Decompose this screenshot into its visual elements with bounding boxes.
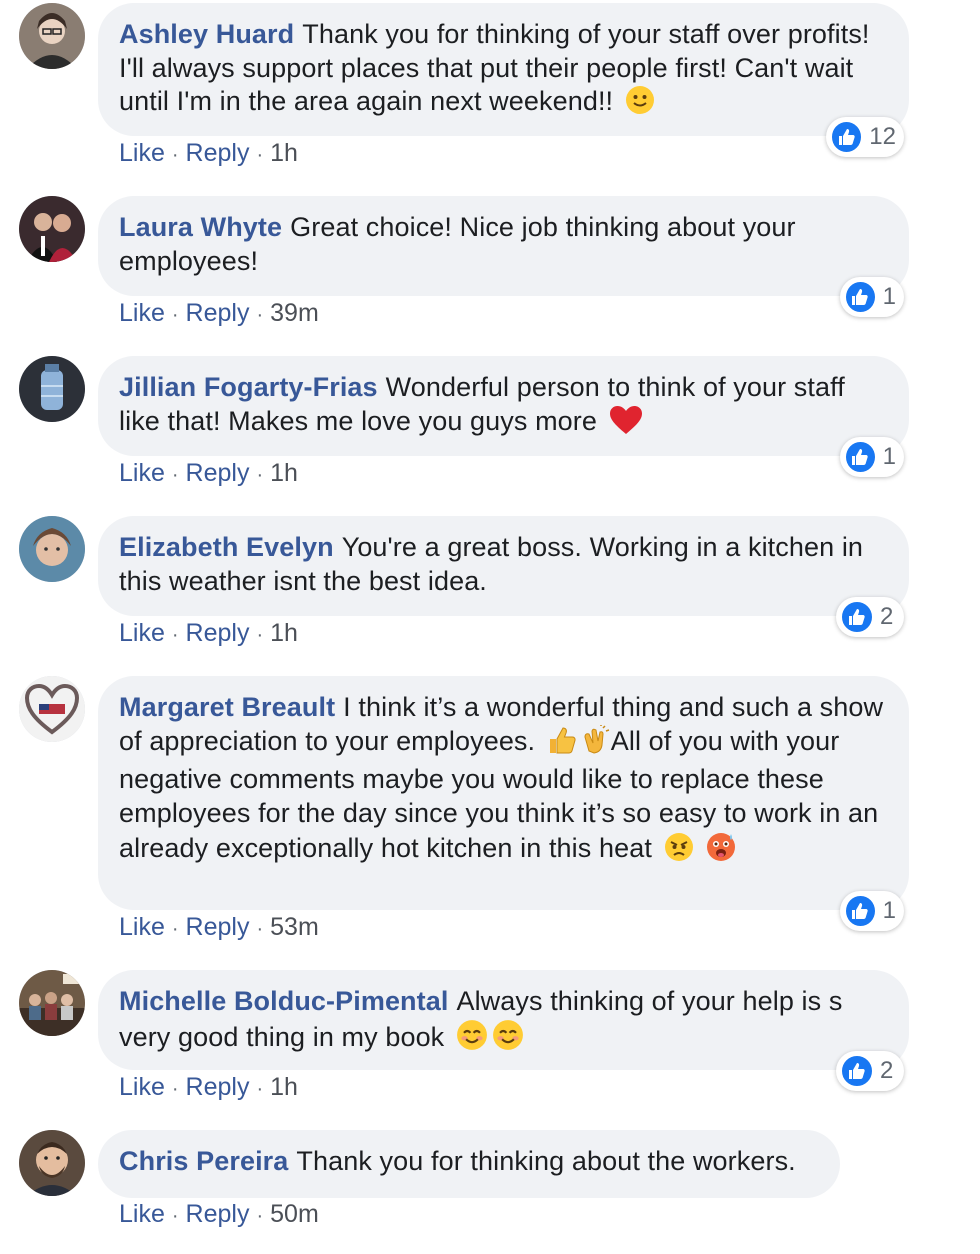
separator-dot: · [256,144,264,166]
smiling-face-icon [492,1019,524,1060]
avatar[interactable] [19,970,85,1036]
like-link[interactable]: Like [119,619,165,647]
reply-link[interactable]: Reply [186,459,250,487]
reaction-count-badge[interactable]: 12 [826,117,904,157]
comment-actions: Like · Reply · 50m [119,1200,319,1229]
like-link[interactable]: Like [119,1073,165,1101]
comment-author-link[interactable]: Chris Pereira [119,1146,288,1176]
separator-dot: · [171,918,179,940]
reply-link[interactable]: Reply [186,619,250,647]
reaction-count: 12 [869,123,896,150]
avatar[interactable] [19,516,85,582]
reaction-count: 1 [882,897,896,924]
comment-bubble: Michelle Bolduc-Pimental Always thinking … [98,970,909,1070]
comment-timestamp[interactable]: 53m [270,913,319,941]
separator-dot: · [256,1078,264,1100]
separator-dot: · [171,624,179,646]
separator-dot: · [256,464,264,486]
avatar[interactable] [19,3,85,69]
comment-timestamp[interactable]: 1h [270,619,298,647]
like-link[interactable]: Like [119,459,165,487]
comment-author-link[interactable]: Laura Whyte [119,212,282,242]
separator-dot: · [171,464,179,486]
red-heart-icon [609,405,643,444]
comment-actions: Like · Reply · 1h [119,459,298,488]
reaction-count-badge[interactable]: 2 [836,1051,904,1091]
thumbs-up-icon [844,440,877,474]
reaction-count-badge[interactable]: 1 [840,891,904,931]
comment-bubble: Jillian Fogarty-Frias Wonderful person to… [98,356,909,456]
separator-dot: · [171,1205,179,1227]
comment-timestamp[interactable]: 1h [270,459,298,487]
slightly-smiling-face-icon [625,85,655,124]
comment-bubble: Chris Pereira Thank you for thinking abou… [98,1130,840,1198]
smiling-face-icon [456,1019,488,1060]
comment-actions: Like · Reply · 39m [119,299,319,328]
reaction-count-badge[interactable]: 1 [840,277,904,317]
avatar[interactable] [19,356,85,422]
comment-actions: Like · Reply · 1h [119,139,298,168]
comment-author-link[interactable]: Michelle Bolduc-Pimental [119,986,448,1016]
comment-actions: Like · Reply · 1h [119,619,298,648]
comment-text: Thank you for thinking about the workers… [296,1146,796,1176]
comment-bubble: Ashley Huard Thank you for thinking of yo… [98,3,909,136]
comment-author-link[interactable]: Elizabeth Evelyn [119,532,334,562]
separator-dot: · [256,1205,264,1227]
comment-actions: Like · Reply · 53m [119,913,319,942]
like-link[interactable]: Like [119,913,165,941]
separator-dot: · [171,304,179,326]
separator-dot: · [256,304,264,326]
avatar[interactable] [19,196,85,262]
reaction-count-badge[interactable]: 1 [840,437,904,477]
angry-face-icon [664,832,694,871]
clapping-hands-icon [581,724,611,764]
avatar[interactable] [19,1130,85,1196]
comment-author-link[interactable]: Jillian Fogarty-Frias [119,372,378,402]
reaction-count: 1 [882,443,896,470]
like-link[interactable]: Like [119,139,165,167]
hot-face-icon [705,830,737,871]
reaction-count: 1 [882,283,896,310]
reply-link[interactable]: Reply [186,299,250,327]
separator-dot: · [256,624,264,646]
like-link[interactable]: Like [119,1200,165,1228]
comment-bubble: Margaret Breault I think it’s a wonderful… [98,676,909,910]
comment-author-link[interactable]: Ashley Huard [119,19,294,49]
separator-dot: · [171,144,179,166]
reaction-count-badge[interactable]: 2 [836,597,904,637]
separator-dot: · [171,1078,179,1100]
thumbs-up-icon [547,725,577,764]
avatar[interactable] [19,676,85,742]
like-link[interactable]: Like [119,299,165,327]
reaction-count: 2 [880,1057,894,1084]
thumbs-up-icon [840,1054,874,1088]
comment-timestamp[interactable]: 39m [270,299,319,327]
comment-bubble: Elizabeth Evelyn You're a great boss. Wor… [98,516,909,616]
separator-dot: · [256,918,264,940]
thumbs-up-icon [840,600,874,634]
reply-link[interactable]: Reply [186,1200,250,1228]
comment-timestamp[interactable]: 1h [270,139,298,167]
comment-actions: Like · Reply · 1h [119,1073,298,1102]
reaction-count: 2 [880,603,894,630]
reply-link[interactable]: Reply [186,1073,250,1101]
reply-link[interactable]: Reply [186,913,250,941]
comment-timestamp[interactable]: 50m [270,1200,319,1228]
comment-author-link[interactable]: Margaret Breault [119,692,335,722]
thumbs-up-icon [844,894,877,928]
comment-timestamp[interactable]: 1h [270,1073,298,1101]
thumbs-up-icon [830,120,864,154]
reply-link[interactable]: Reply [186,139,250,167]
comment-bubble: Laura Whyte Great choice! Nice job thinki… [98,196,909,296]
thumbs-up-icon [844,280,877,314]
